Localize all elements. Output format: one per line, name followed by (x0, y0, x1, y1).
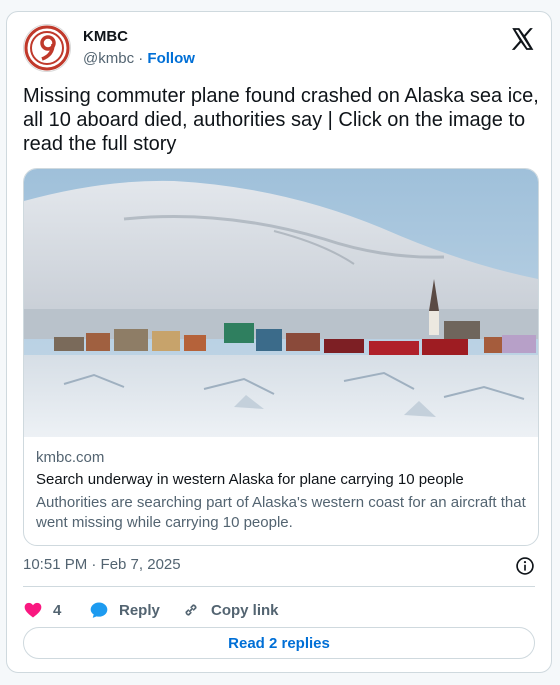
separator: · (138, 50, 144, 67)
read-replies-button[interactable]: Read 2 replies (23, 627, 535, 659)
link-description: Authorities are searching part of Alaska… (36, 494, 526, 531)
copy-link-label: Copy link (211, 601, 279, 619)
kmbc-logo-icon (24, 25, 70, 71)
link-meta: kmbc.com Search underway in western Alas… (24, 437, 538, 533)
action-bar: 4 Reply Copy link (23, 596, 535, 624)
tweet-card: KMBC @kmbc · Follow Missing commuter pla… (6, 11, 552, 673)
x-logo-icon[interactable] (509, 26, 535, 52)
link-title[interactable]: Search underway in western Alaska for pl… (36, 471, 526, 488)
tweet-text: Missing commuter plane found crashed on … (23, 85, 539, 155)
copy-link-button[interactable]: Copy link (181, 596, 279, 624)
author-handle-row: @kmbc · Follow (83, 50, 195, 67)
avatar[interactable] (23, 24, 71, 72)
link-domain: kmbc.com (36, 449, 105, 466)
divider (23, 586, 535, 587)
author-name[interactable]: KMBC (83, 28, 128, 45)
info-icon[interactable] (515, 556, 535, 576)
follow-button[interactable]: Follow (147, 50, 195, 67)
like-count: 4 (53, 601, 62, 619)
heart-icon (24, 602, 42, 618)
tweet-header: KMBC @kmbc · Follow (23, 24, 535, 74)
author-handle[interactable]: @kmbc (83, 50, 134, 67)
link-preview-card[interactable]: kmbc.com Search underway in western Alas… (23, 168, 539, 546)
like-button[interactable]: 4 (23, 596, 61, 624)
reply-label: Reply (119, 601, 160, 619)
link-icon (185, 604, 197, 616)
article-image[interactable] (24, 169, 538, 437)
timestamp-row: 10:51 PM · Feb 7, 2025 (23, 556, 535, 576)
reply-bubble-icon (90, 602, 108, 618)
timestamp[interactable]: 10:51 PM · Feb 7, 2025 (23, 556, 181, 573)
reply-button[interactable]: Reply (89, 596, 160, 624)
